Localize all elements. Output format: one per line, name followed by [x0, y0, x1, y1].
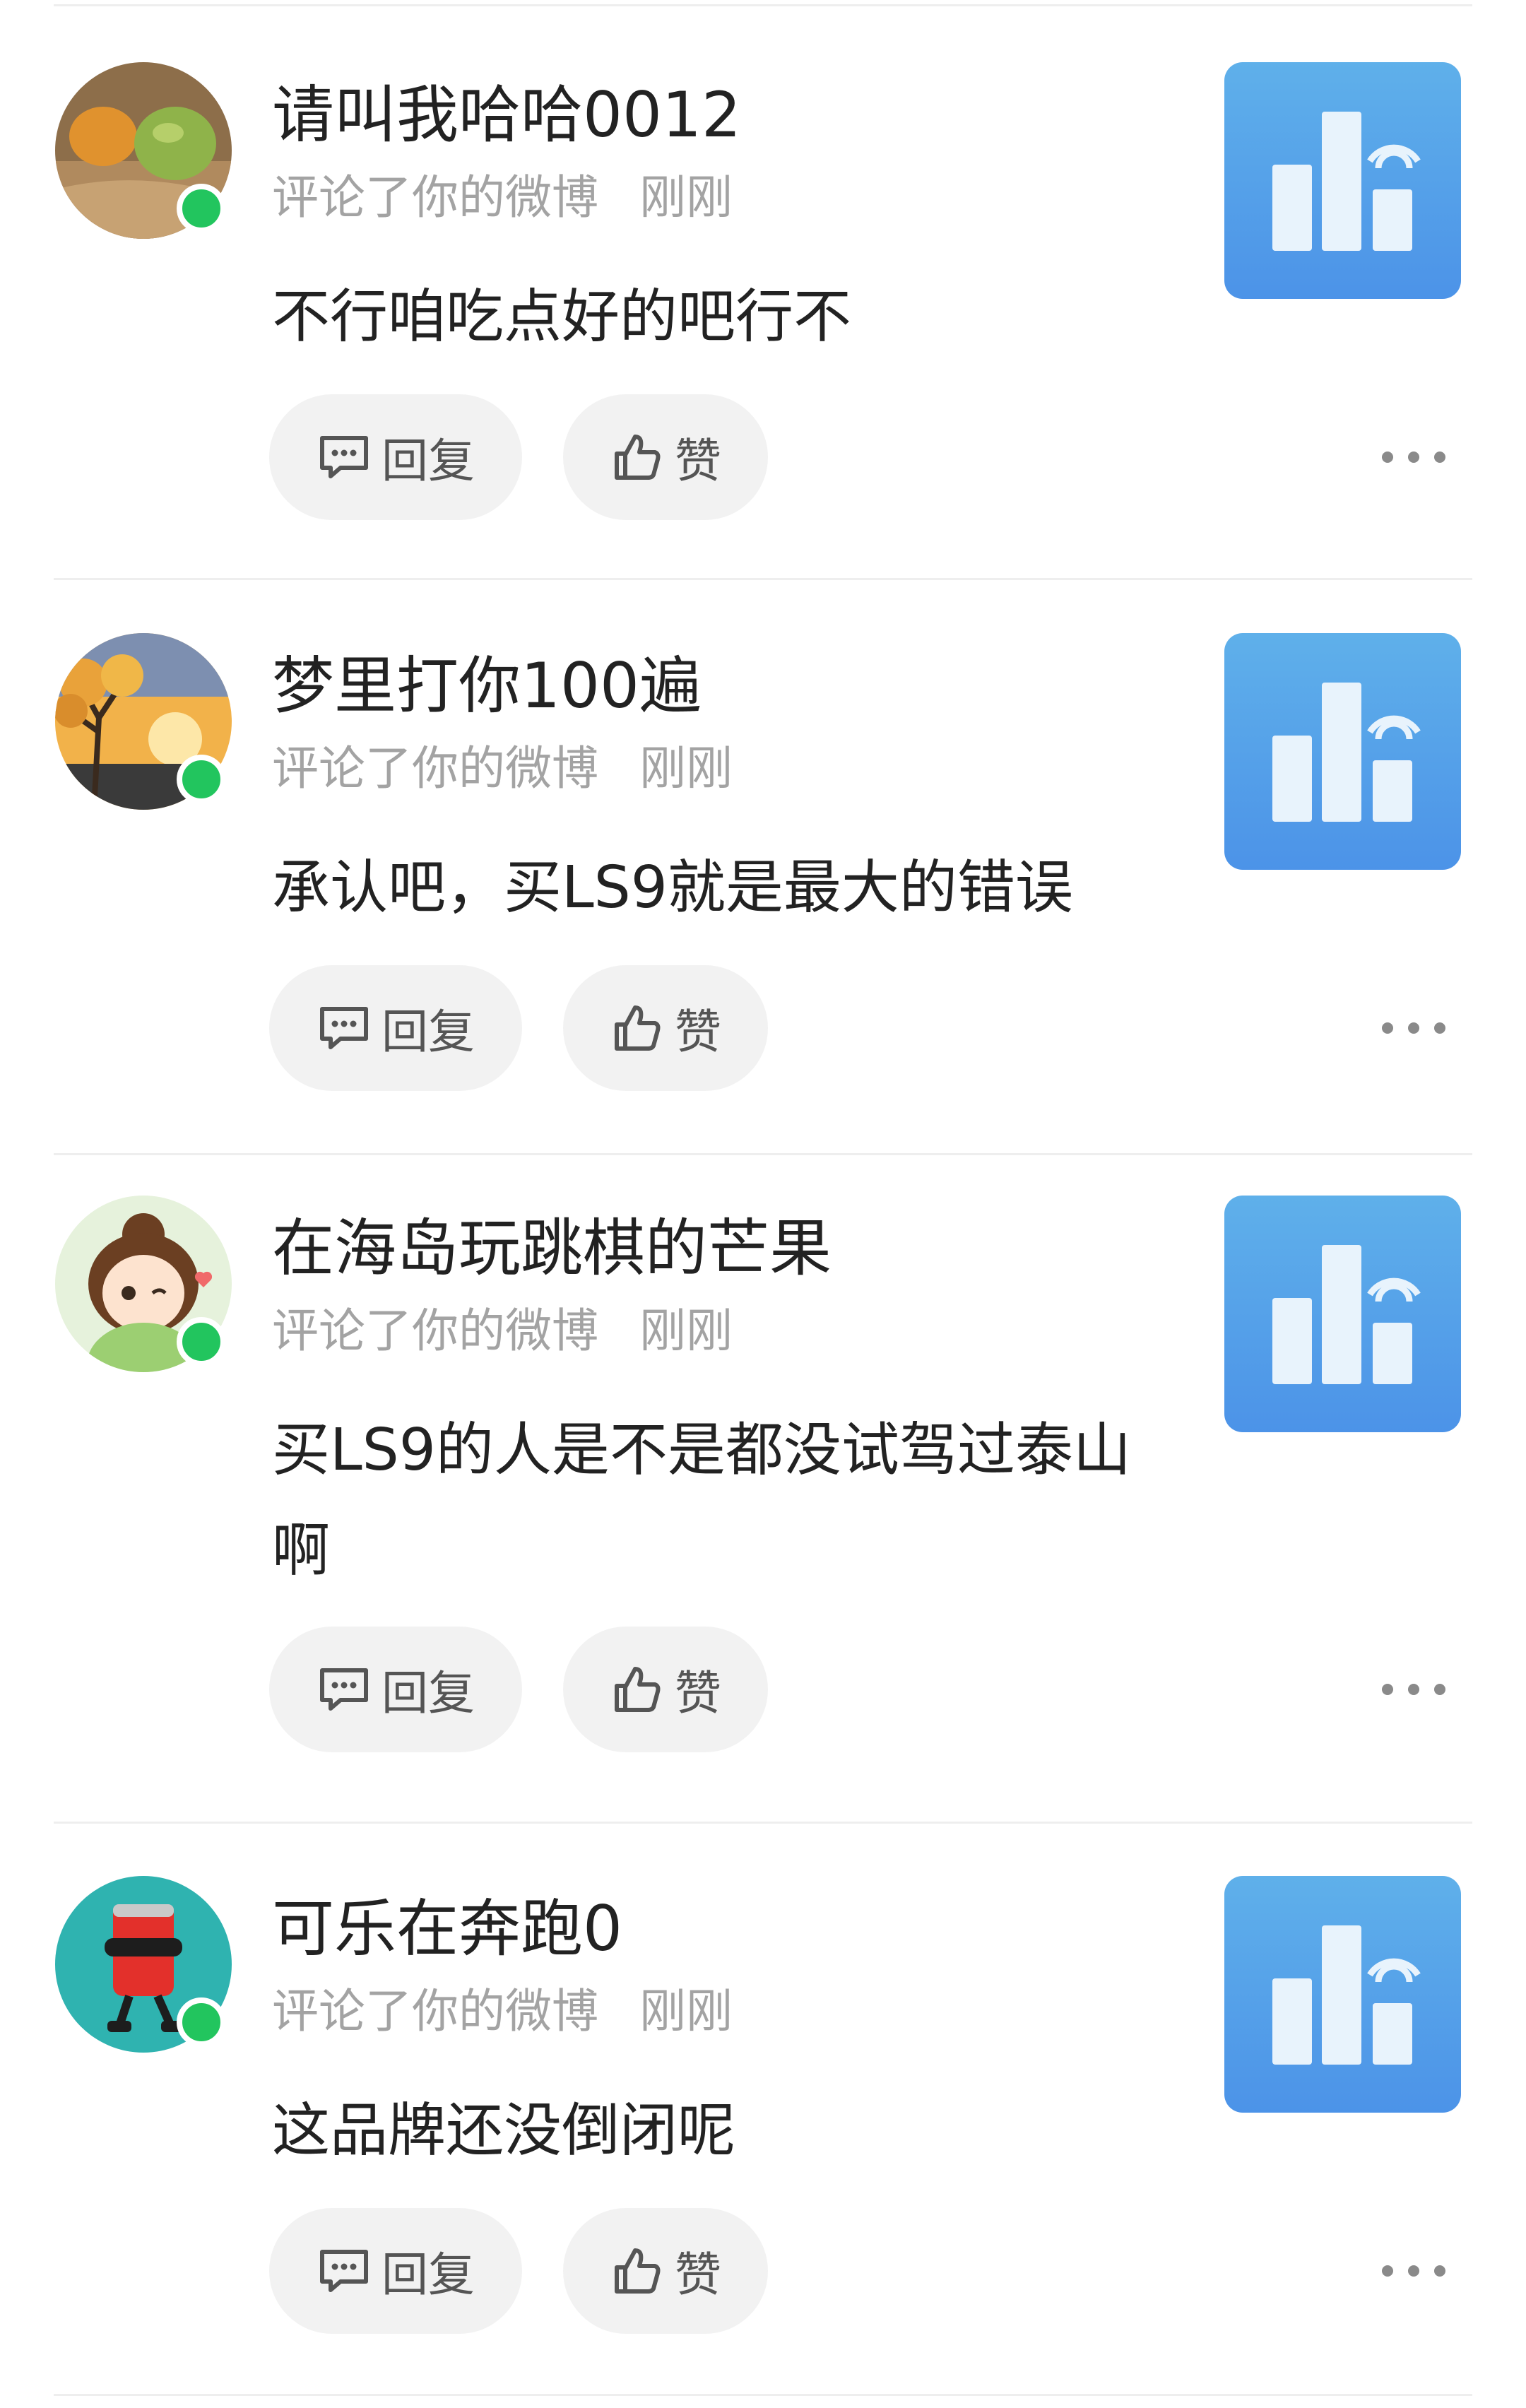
more-dots-icon[interactable]: [1382, 443, 1445, 471]
reply-button[interactable]: 回复: [269, 1627, 522, 1752]
divider: [54, 578, 1472, 580]
comment-bubble-icon: [320, 2250, 368, 2292]
comment-bubble-icon: [320, 1007, 368, 1049]
thumbs-up-icon: [615, 2248, 661, 2294]
divider: [54, 1153, 1472, 1155]
reply-button[interactable]: 回复: [269, 2208, 522, 2334]
comment-text: 承认吧，买LS9就是最大的错误: [272, 854, 1073, 921]
timestamp: 刚刚: [639, 741, 733, 796]
signal-bars-icon: [1272, 1245, 1421, 1384]
username[interactable]: 请叫我哈哈0012: [272, 76, 741, 154]
comment-bubble-icon: [320, 436, 368, 478]
comment-item[interactable]: 可乐在奔跑0 评论了你的微博 刚刚 这品牌还没倒闭呢 回复 赞: [0, 1876, 1526, 2342]
thumbs-up-icon: [615, 1005, 661, 1051]
post-thumbnail[interactable]: [1224, 633, 1461, 870]
reply-label: 回复: [382, 1666, 475, 1721]
reply-label: 回复: [382, 2248, 475, 2302]
timestamp: 刚刚: [639, 170, 733, 225]
like-label: 赞: [675, 1005, 721, 1059]
avatar[interactable]: [55, 633, 232, 810]
comment-meta: 评论了你的微博 刚刚: [272, 739, 733, 798]
post-thumbnail[interactable]: [1224, 1196, 1461, 1432]
comment-text: 不行咱吃点好的吧行不: [272, 283, 852, 350]
comment-item[interactable]: 梦里打你100遍 评论了你的微博 刚刚 承认吧，买LS9就是最大的错误 回复 赞: [0, 633, 1526, 1099]
comment-text: 买LS9的人是不是都没试驾过泰山啊: [272, 1417, 1131, 1584]
signal-bars-icon: [1272, 683, 1421, 822]
action-text: 评论了你的微博: [272, 741, 598, 796]
reply-button[interactable]: 回复: [269, 965, 522, 1091]
online-status-dot: [177, 755, 226, 804]
comment-item[interactable]: 请叫我哈哈0012 评论了你的微博 刚刚 不行咱吃点好的吧行不 回复 赞: [0, 62, 1526, 529]
reply-label: 回复: [382, 1005, 475, 1059]
like-button[interactable]: 赞: [563, 965, 768, 1091]
divider: [54, 1822, 1472, 1824]
username[interactable]: 梦里打你100遍: [272, 647, 702, 725]
more-dots-icon[interactable]: [1382, 1675, 1445, 1704]
online-status-dot: [177, 1317, 226, 1367]
like-label: 赞: [675, 434, 721, 488]
like-label: 赞: [675, 2248, 721, 2302]
reply-label: 回复: [382, 434, 475, 488]
timestamp: 刚刚: [639, 1984, 733, 2038]
timestamp: 刚刚: [639, 1304, 733, 1358]
post-thumbnail[interactable]: [1224, 62, 1461, 299]
like-button[interactable]: 赞: [563, 1627, 768, 1752]
reply-button[interactable]: 回复: [269, 394, 522, 520]
avatar[interactable]: [55, 1876, 232, 2053]
action-text: 评论了你的微博: [272, 170, 598, 225]
action-text: 评论了你的微博: [272, 1984, 598, 2038]
signal-bars-icon: [1272, 1925, 1421, 2065]
like-button[interactable]: 赞: [563, 394, 768, 520]
more-dots-icon[interactable]: [1382, 1014, 1445, 1042]
like-button[interactable]: 赞: [563, 2208, 768, 2334]
thumbs-up-icon: [615, 435, 661, 480]
comment-text: 这品牌还没倒闭呢: [272, 2097, 736, 2164]
action-text: 评论了你的微博: [272, 1304, 598, 1358]
signal-bars-icon: [1272, 112, 1421, 251]
like-label: 赞: [675, 1666, 721, 1721]
avatar[interactable]: [55, 62, 232, 239]
username[interactable]: 可乐在奔跑0: [272, 1890, 622, 1968]
more-dots-icon[interactable]: [1382, 2257, 1445, 2285]
avatar[interactable]: [55, 1196, 232, 1372]
username[interactable]: 在海岛玩跳棋的芒果: [272, 1210, 832, 1287]
comment-meta: 评论了你的微博 刚刚: [272, 168, 733, 228]
thumbs-up-icon: [615, 1667, 661, 1712]
online-status-dot: [177, 184, 226, 233]
comment-item[interactable]: 在海岛玩跳棋的芒果 评论了你的微博 刚刚 买LS9的人是不是都没试驾过泰山啊 回复…: [0, 1196, 1526, 1761]
divider: [54, 2394, 1472, 2396]
online-status-dot: [177, 1997, 226, 2047]
post-thumbnail[interactable]: [1224, 1876, 1461, 2113]
divider: [54, 4, 1472, 6]
comment-meta: 评论了你的微博 刚刚: [272, 1302, 733, 1361]
comment-meta: 评论了你的微博 刚刚: [272, 1982, 733, 2041]
comment-bubble-icon: [320, 1668, 368, 1711]
